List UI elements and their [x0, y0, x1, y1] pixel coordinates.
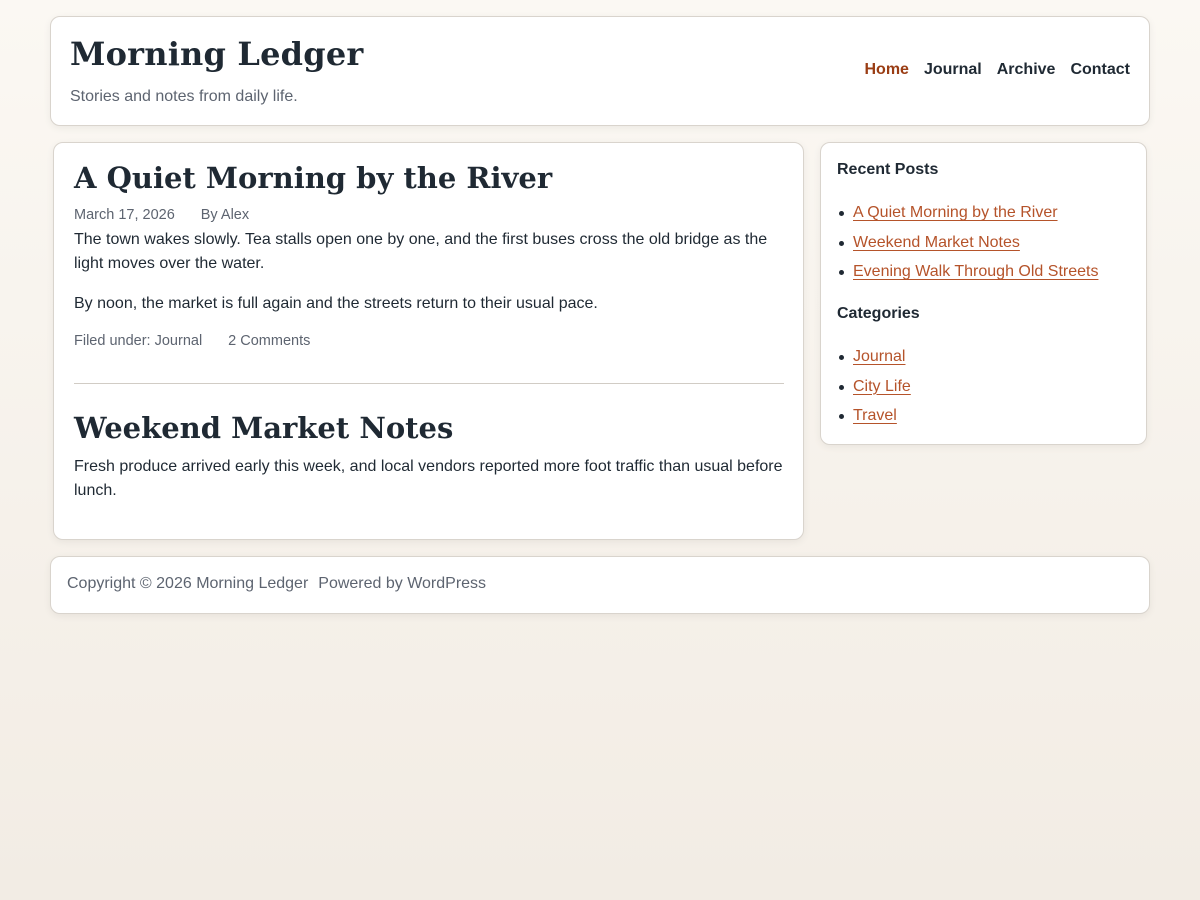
post-paragraph: By noon, the market is full again and th… [74, 295, 598, 312]
list-item: Evening Walk Through Old Streets [837, 260, 1098, 290]
post-title[interactable]: Weekend Market Notes [74, 411, 453, 445]
post-date: March 17, 2026 [74, 207, 175, 223]
post-paragraph: The town wakes slowly. Tea stalls open o… [74, 231, 768, 272]
list-item: Journal [837, 345, 911, 375]
nav-journal-link[interactable]: Journal [924, 61, 982, 79]
powered-by-link[interactable]: Powered by WordPress [318, 575, 486, 593]
filed-under-label: Filed under: [74, 333, 151, 349]
post-category: Filed under: Journal [74, 333, 202, 349]
main-content: A Quiet Morning by the River March 17, 2… [53, 142, 804, 540]
recent-post-link[interactable]: Weekend Market Notes [853, 234, 1020, 251]
list-item: City Life [837, 375, 911, 405]
list-item: Travel [837, 404, 911, 434]
category-link[interactable]: Journal [853, 348, 905, 365]
bullet-icon [839, 355, 844, 360]
category-link[interactable]: Travel [853, 407, 897, 424]
nav-archive-link[interactable]: Archive [997, 61, 1056, 79]
site-tagline: Stories and notes from daily life. [70, 88, 298, 105]
categories-list: Journal City Life Travel [837, 345, 911, 434]
main-nav: Home Journal Archive Contact [864, 61, 1130, 79]
bullet-icon [839, 211, 844, 216]
post-author: By Alex [200, 207, 250, 223]
footer-text: Copyright © 2026 Morning Ledger Powered … [67, 575, 486, 593]
recent-post-link[interactable]: Evening Walk Through Old Streets [853, 263, 1098, 280]
list-item: Weekend Market Notes [837, 231, 1098, 261]
bullet-icon [839, 384, 844, 390]
post-divider [74, 383, 784, 384]
category-link[interactable]: City Life [853, 378, 911, 395]
sidebar: Recent Posts A Quiet Morning by the Rive… [820, 142, 1147, 445]
categories-heading: Categories [837, 305, 920, 322]
post-title[interactable]: A Quiet Morning by the River [74, 161, 552, 195]
recent-posts-heading: Recent Posts [837, 161, 939, 178]
site-title[interactable]: Morning Ledger [70, 35, 363, 73]
copyright-text: Copyright © 2026 Morning Ledger [67, 575, 309, 592]
post-footer-meta: Filed under: Journal 2 Comments [74, 333, 310, 349]
nav-home-link[interactable]: Home [864, 61, 908, 79]
site-footer: Copyright © 2026 Morning Ledger Powered … [50, 556, 1150, 614]
post-paragraph: Fresh produce arrived early this week, a… [74, 458, 783, 499]
site-header: Morning Ledger Stories and notes from da… [50, 16, 1150, 126]
bullet-icon [839, 240, 844, 246]
bullet-icon [839, 270, 844, 275]
bullet-icon [839, 414, 844, 419]
post-meta: March 17, 2026 By Alex [74, 207, 249, 223]
post-comments-link[interactable]: 2 Comments [228, 333, 310, 349]
list-item: A Quiet Morning by the River [837, 201, 1098, 231]
recent-post-link[interactable]: A Quiet Morning by the River [853, 204, 1058, 221]
post-category-link[interactable]: Journal [155, 333, 203, 349]
recent-posts-list: A Quiet Morning by the River Weekend Mar… [837, 201, 1098, 290]
nav-contact-link[interactable]: Contact [1070, 61, 1130, 79]
